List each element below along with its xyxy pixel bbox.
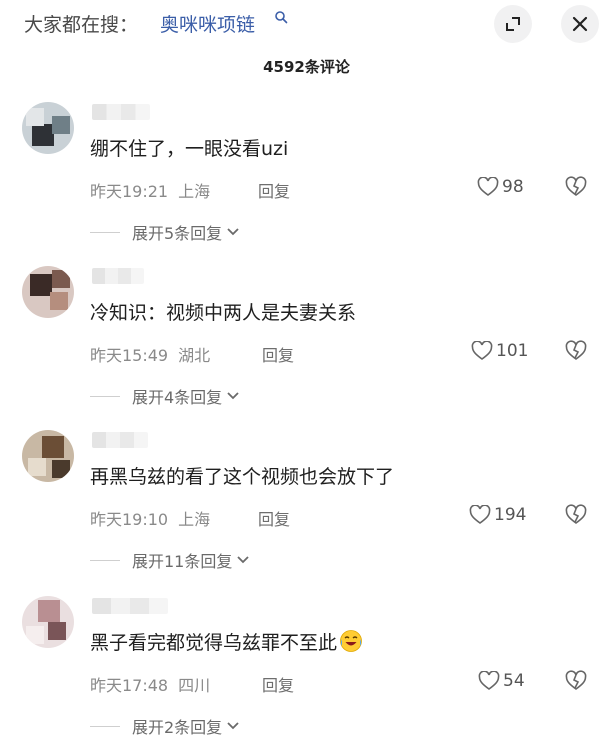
reply-button[interactable]: 回复: [262, 672, 294, 696]
expand-replies-label: 展开4条回复: [132, 388, 223, 407]
divider-line: [90, 725, 120, 727]
search-icon[interactable]: [274, 10, 288, 24]
divider-line: [90, 395, 120, 397]
like-count: 101: [496, 341, 529, 361]
comment-meta: 昨天15:49 湖北: [90, 342, 210, 366]
top-bar: 大家都在搜： 奥咪咪项链: [0, 0, 613, 48]
fullscreen-button[interactable]: [494, 5, 532, 43]
reply-button[interactable]: 回复: [258, 506, 290, 530]
comment-meta: 昨天19:10 上海: [90, 506, 210, 530]
like-count: 98: [502, 177, 524, 197]
expand-replies-button[interactable]: 展开11条回复: [90, 548, 250, 572]
comment-location: 上海: [178, 182, 211, 201]
comment-time: 昨天19:21: [90, 182, 169, 201]
expand-replies-label: 展开5条回复: [132, 224, 223, 243]
comment-item: 冷知识：视频中两人是夫妻关系 昨天15:49 湖北 回复 101 展开4条回复: [0, 264, 613, 424]
expand-replies-button[interactable]: 展开5条回复: [90, 220, 240, 244]
comment-text: 绷不住了，一眼没看uzi: [90, 138, 289, 160]
like-button[interactable]: 194: [469, 504, 526, 526]
avatar[interactable]: [22, 430, 74, 482]
avatar[interactable]: [22, 102, 74, 154]
broken-heart-icon[interactable]: [565, 340, 587, 362]
like-button[interactable]: 98: [477, 176, 524, 198]
username-blurred[interactable]: [92, 268, 144, 284]
close-button[interactable]: [561, 5, 599, 43]
reply-button[interactable]: 回复: [262, 342, 294, 366]
fullscreen-icon: [506, 17, 520, 31]
heart-icon: [477, 177, 499, 196]
comment-meta: 昨天17:48 四川: [90, 672, 210, 696]
broken-heart-icon[interactable]: [565, 176, 587, 198]
like-count: 194: [494, 505, 527, 525]
expand-replies-label: 展开11条回复: [132, 552, 233, 571]
expand-replies-button[interactable]: 展开2条回复: [90, 714, 240, 738]
chevron-down-icon: [227, 722, 239, 730]
username-blurred[interactable]: [92, 104, 150, 120]
heart-icon: [469, 505, 491, 524]
broken-heart-icon[interactable]: [565, 504, 587, 526]
comment-text: 黑子看完都觉得乌兹罪不至此: [90, 628, 363, 655]
like-button[interactable]: 54: [478, 670, 525, 692]
username-blurred[interactable]: [92, 598, 168, 614]
comment-location: 湖北: [178, 346, 211, 365]
like-button[interactable]: 101: [471, 340, 528, 362]
chevron-down-icon: [227, 228, 239, 236]
comment-text: 再黑乌兹的看了这个视频也会放下了: [90, 466, 395, 488]
comment-text-content: 黑子看完都觉得乌兹罪不至此: [90, 632, 338, 654]
comment-item: 再黑乌兹的看了这个视频也会放下了 昨天19:10 上海 回复 194 展开11条回…: [0, 428, 613, 588]
comment-item: 绷不住了，一眼没看uzi 昨天19:21 上海 回复 98 展开5条回复: [0, 100, 613, 260]
comment-item: 黑子看完都觉得乌兹罪不至此 昨天17:48 四川 回复 54 展开2条回复: [0, 594, 613, 754]
broken-heart-icon[interactable]: [565, 670, 587, 692]
comment-text: 冷知识：视频中两人是夫妻关系: [90, 302, 357, 324]
expand-replies-button[interactable]: 展开4条回复: [90, 384, 240, 408]
comment-time: 昨天17:48: [90, 676, 169, 695]
username-blurred[interactable]: [92, 432, 148, 448]
heart-icon: [478, 671, 500, 690]
comment-location: 四川: [178, 676, 211, 695]
chevron-down-icon: [237, 556, 250, 564]
comment-time: 昨天19:10: [90, 510, 169, 529]
comment-count: 4592条评论: [263, 58, 350, 76]
comment-meta: 昨天19:21 上海: [90, 178, 210, 202]
avatar[interactable]: [22, 266, 74, 318]
avatar[interactable]: [22, 596, 74, 648]
like-count: 54: [503, 671, 525, 691]
crying-laughing-emoji-icon: [340, 630, 362, 652]
divider-line: [90, 559, 120, 561]
expand-replies-label: 展开2条回复: [132, 718, 223, 737]
reply-button[interactable]: 回复: [258, 178, 290, 202]
search-suggestion-link[interactable]: 奥咪咪项链: [160, 10, 255, 37]
heart-icon: [471, 341, 493, 360]
comment-time: 昨天15:49: [90, 346, 169, 365]
close-icon: [572, 16, 588, 32]
chevron-down-icon: [227, 392, 239, 400]
comment-location: 上海: [178, 510, 211, 529]
divider-line: [90, 231, 120, 233]
search-prefix-label: 大家都在搜：: [24, 14, 139, 36]
